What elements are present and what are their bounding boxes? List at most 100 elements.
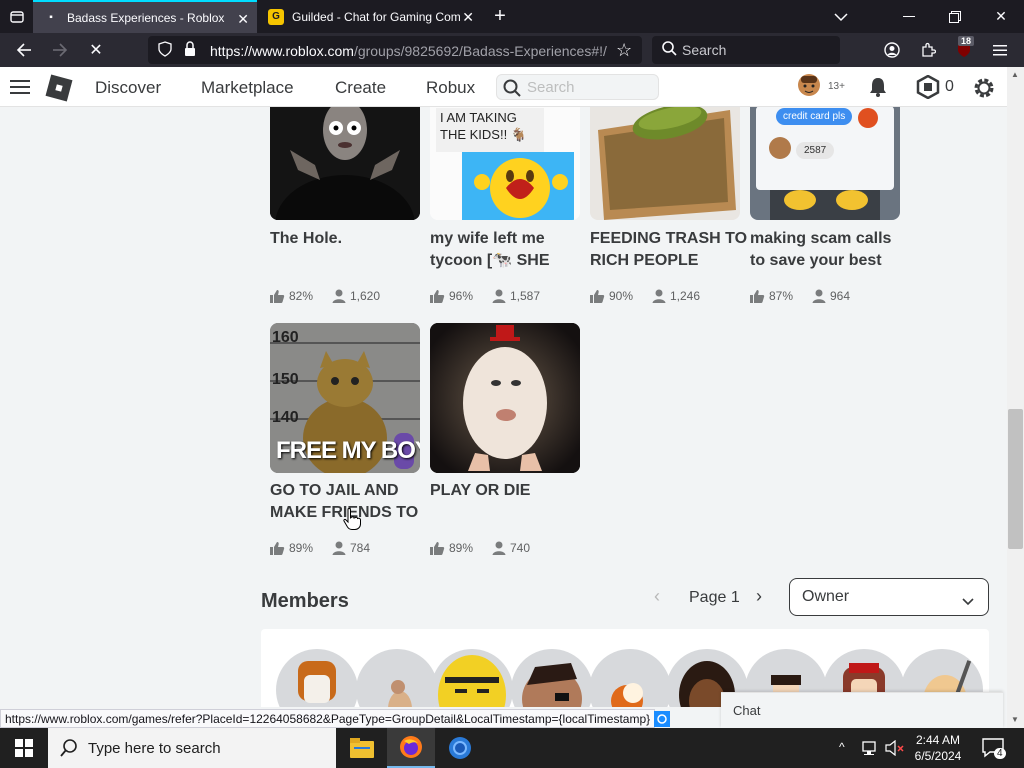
robux-count: 0	[945, 78, 954, 95]
nav-menu-hamburger-icon[interactable]	[10, 79, 30, 100]
stop-loading-icon[interactable]: ✕	[84, 38, 108, 62]
new-tab-plus-icon[interactable]: +	[484, 0, 516, 33]
member-avatar[interactable]	[589, 649, 671, 707]
rating-value: 87%	[769, 289, 794, 303]
player-icon	[332, 289, 346, 303]
notification-count-badge: 4	[994, 748, 1006, 759]
game-thumbnail[interactable]: I AM TAKING THE KIDS!! 🐐	[430, 107, 580, 220]
next-page-chevron-icon[interactable]: ›	[756, 586, 762, 607]
game-title-line: my wife left me	[430, 230, 545, 247]
browser-nav-bar: ✕ https://www.roblox.com/groups/9825692/…	[0, 33, 1024, 67]
hand-cursor-icon	[342, 507, 362, 536]
roblox-search-input[interactable]: Search	[496, 74, 659, 100]
tray-chevron-up-icon[interactable]: ^	[839, 740, 845, 754]
player-count: 964	[830, 289, 851, 303]
player-icon	[332, 541, 346, 555]
account-icon[interactable]	[880, 38, 904, 62]
game-title[interactable]: my wife left me tycoon [🐄 SHE	[430, 228, 590, 272]
lock-icon[interactable]	[184, 41, 196, 62]
game-players: 1,587	[492, 289, 540, 303]
player-count: 1,587	[510, 289, 541, 303]
file-explorer-icon[interactable]	[338, 728, 386, 768]
game-thumbnail[interactable]: 160 150 140 FREE MY BOY	[270, 323, 420, 473]
tab-list-icon[interactable]	[0, 0, 33, 33]
url-path: /groups/9825692/Badass-Experiences#!/	[353, 43, 607, 59]
link-status-url: https://www.roblox.com/games/refer?Place…	[0, 709, 656, 728]
taskbar-clock[interactable]: 2:44 AM 6/5/2024	[906, 732, 970, 764]
browser-search-box[interactable]: Search	[652, 36, 840, 64]
member-avatar[interactable]	[356, 649, 438, 707]
close-window-icon[interactable]: ✕	[978, 0, 1024, 33]
search-placeholder: Search	[682, 42, 727, 58]
roblox-header: Discover Marketplace Create Robux Search…	[0, 67, 1007, 107]
app-menu-hamburger-icon[interactable]	[988, 38, 1012, 62]
game-players: 1,246	[652, 289, 700, 303]
chat-bar[interactable]: Chat	[721, 692, 1003, 728]
tab-badass-experiences[interactable]: ▪ Badass Experiences - Roblox ✕	[33, 0, 257, 33]
minimize-icon[interactable]	[886, 0, 932, 33]
height-marker: 150	[272, 371, 299, 388]
close-tab-icon[interactable]: ✕	[237, 11, 249, 28]
list-all-tabs-chevron-icon[interactable]	[818, 0, 864, 33]
game-title[interactable]: PLAY OR DIE	[430, 480, 590, 502]
notification-bell-icon[interactable]	[867, 76, 889, 103]
close-tab-icon[interactable]: ✕	[462, 9, 474, 26]
player-count: 1,246	[670, 289, 701, 303]
tracking-shield-icon[interactable]	[158, 41, 172, 62]
height-marker: 140	[272, 409, 299, 426]
scroll-up-arrow-icon[interactable]: ▲	[1011, 70, 1019, 79]
player-icon	[812, 289, 826, 303]
network-icon[interactable]	[862, 740, 880, 761]
role-dropdown[interactable]: Owner	[789, 578, 989, 616]
rating-value: 89%	[449, 541, 474, 555]
role-selected-value: Owner	[802, 588, 850, 605]
extension-badge-count: 18	[958, 36, 975, 46]
clock-time: 2:44 AM	[915, 733, 961, 747]
scrollbar-thumb[interactable]	[1008, 409, 1023, 549]
taskbar-search-placeholder: Type here to search	[88, 740, 221, 757]
thumbs-up-icon	[270, 542, 285, 555]
game-thumbnail[interactable]	[270, 107, 420, 220]
thumbs-up-icon	[590, 290, 605, 303]
url-bar[interactable]: https://www.roblox.com/groups/9825692/Ba…	[148, 36, 642, 64]
game-title[interactable]: making scam calls to save your best	[750, 228, 910, 272]
back-arrow-icon[interactable]	[12, 38, 36, 62]
nav-create-link[interactable]: Create	[335, 78, 386, 98]
game-thumbnail[interactable]	[590, 107, 740, 220]
search-icon	[60, 739, 78, 762]
age-badge: 13+	[828, 81, 845, 92]
prev-page-chevron-icon[interactable]: ‹	[654, 586, 660, 607]
game-title[interactable]: FEEDING TRASH TO RICH PEOPLE	[590, 228, 750, 272]
member-avatar[interactable]	[276, 649, 358, 707]
game-title-line: FEEDING TRASH TO	[590, 230, 748, 247]
tab-guilded[interactable]: G Guilded - Chat for Gaming Com ✕	[258, 0, 482, 33]
game-rating: 89%	[270, 541, 313, 555]
search-icon	[662, 41, 677, 59]
taskbar-search-box[interactable]: Type here to search	[48, 728, 336, 768]
scroll-down-arrow-icon[interactable]: ▼	[1011, 715, 1019, 724]
volume-muted-icon[interactable]	[885, 739, 905, 761]
restore-icon[interactable]	[932, 0, 978, 33]
game-thumbnail[interactable]	[430, 323, 580, 473]
bookmark-star-icon[interactable]: ☆	[616, 40, 632, 61]
member-avatar[interactable]	[511, 649, 593, 707]
forward-arrow-icon[interactable]	[48, 38, 72, 62]
windows-start-icon[interactable]	[0, 728, 48, 768]
member-avatar[interactable]	[431, 649, 513, 707]
game-players: 1,620	[332, 289, 380, 303]
extensions-puzzle-icon[interactable]	[916, 38, 940, 62]
player-count: 1,620	[350, 289, 381, 303]
nav-robux-link[interactable]: Robux	[426, 78, 475, 98]
roblox-logo-icon[interactable]	[44, 73, 74, 108]
robux-icon[interactable]	[916, 74, 940, 104]
game-title[interactable]: The Hole.	[270, 228, 430, 250]
chrome-taskbar-icon[interactable]	[436, 728, 484, 768]
nav-discover-link[interactable]: Discover	[95, 78, 161, 98]
game-thumbnail[interactable]: credit card pls 2587	[750, 107, 900, 220]
settings-gear-icon[interactable]	[971, 75, 997, 106]
firefox-taskbar-icon[interactable]	[387, 728, 435, 768]
page-scrollbar[interactable]: ▲ ▼	[1007, 67, 1024, 728]
user-avatar[interactable]	[796, 73, 822, 106]
thumbs-up-icon	[750, 290, 765, 303]
nav-marketplace-link[interactable]: Marketplace	[201, 78, 294, 98]
